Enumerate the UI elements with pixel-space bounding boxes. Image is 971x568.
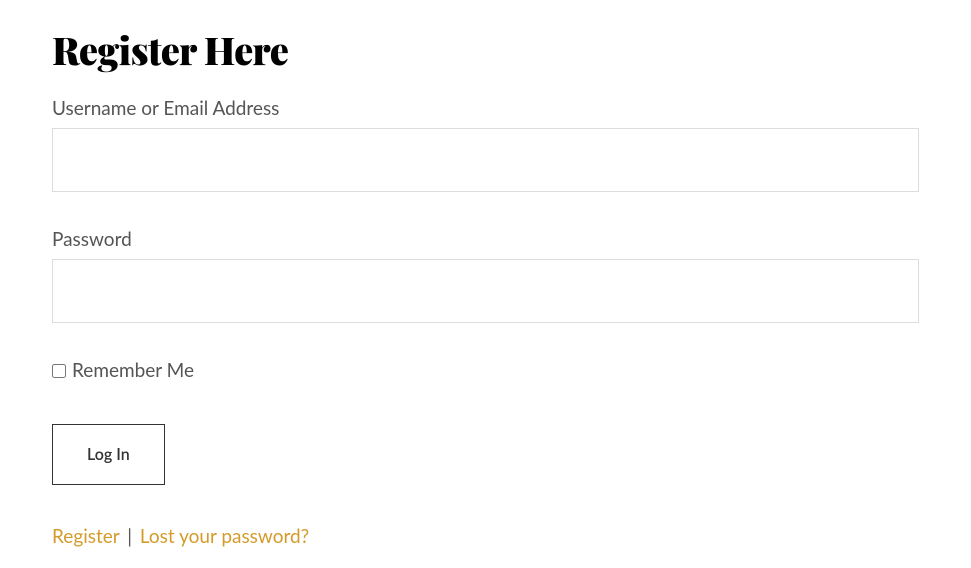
password-group: Password [52, 228, 919, 323]
remember-checkbox[interactable] [52, 364, 66, 378]
auth-links: Register | Lost your password? [52, 525, 919, 548]
login-button[interactable]: Log In [52, 424, 165, 485]
password-label: Password [52, 228, 919, 251]
username-group: Username or Email Address [52, 97, 919, 192]
login-form: Username or Email Address Password Remem… [52, 97, 919, 525]
page-title: Register Here [52, 24, 919, 75]
username-input[interactable] [52, 128, 919, 192]
remember-label: Remember Me [72, 359, 194, 382]
remember-row: Remember Me [52, 359, 919, 382]
link-divider: | [127, 525, 132, 548]
password-input[interactable] [52, 259, 919, 323]
lost-password-link[interactable]: Lost your password? [140, 525, 309, 548]
register-link[interactable]: Register [52, 525, 119, 548]
username-label: Username or Email Address [52, 97, 919, 120]
